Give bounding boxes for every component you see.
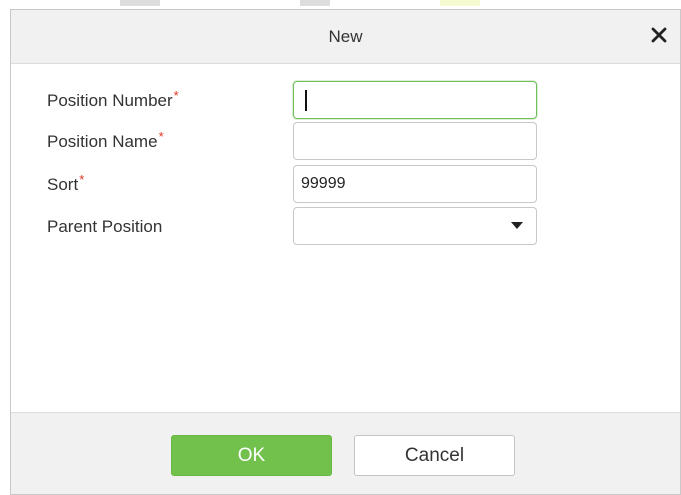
required-marker: * <box>158 129 164 144</box>
parent-position-label: Parent Position <box>47 217 162 237</box>
backdrop-hint-left <box>120 0 160 6</box>
cancel-button[interactable]: Cancel <box>354 435 515 476</box>
backdrop-hint-yellow <box>440 0 480 6</box>
parent-position-label-text: Parent Position <box>47 217 163 236</box>
dialog-title: New <box>328 27 363 46</box>
ok-button[interactable]: OK <box>171 435 332 476</box>
new-position-dialog: New Position Number* Position Name* Sort… <box>10 9 681 495</box>
position-name-input[interactable] <box>293 122 537 160</box>
position-number-label-text: Position Number <box>47 91 173 110</box>
parent-position-select[interactable] <box>293 207 537 245</box>
required-marker: * <box>173 88 179 103</box>
position-name-label: Position Name* <box>47 129 164 152</box>
sort-row: Sort* <box>11 165 680 205</box>
sort-label-text: Sort <box>47 175 79 194</box>
position-number-label: Position Number* <box>47 88 179 111</box>
chevron-down-icon[interactable] <box>511 222 523 229</box>
required-marker: * <box>79 172 85 187</box>
sort-input[interactable] <box>293 165 537 203</box>
backdrop-hint-middle <box>300 0 330 6</box>
dialog-footer: OK Cancel <box>11 412 680 494</box>
position-name-row: Position Name* <box>11 122 680 162</box>
position-number-input[interactable] <box>293 81 537 119</box>
sort-label: Sort* <box>47 172 85 195</box>
text-cursor <box>305 90 307 111</box>
dialog-header: New <box>11 10 680 64</box>
position-name-label-text: Position Name <box>47 132 158 151</box>
position-number-row: Position Number* <box>11 81 680 121</box>
parent-position-row: Parent Position <box>11 207 680 247</box>
close-icon[interactable] <box>648 24 670 46</box>
